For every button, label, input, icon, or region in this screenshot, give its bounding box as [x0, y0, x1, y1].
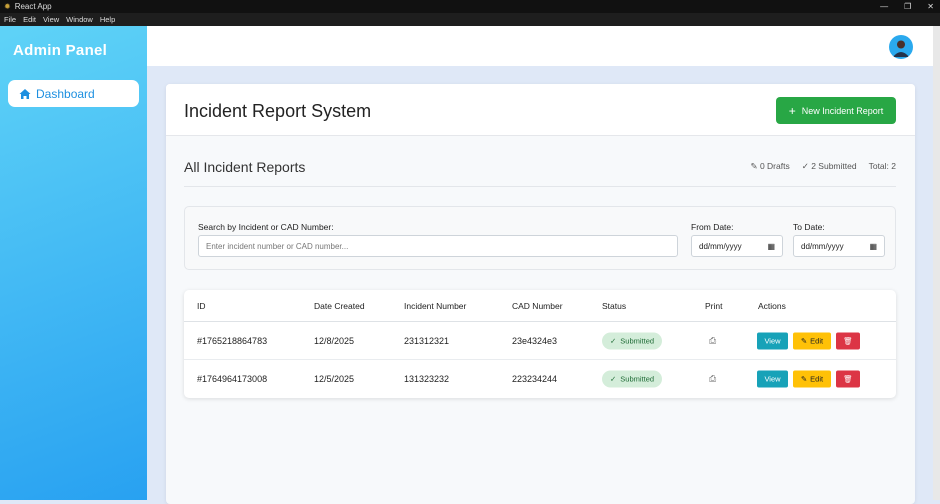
edit-icon: ✎	[750, 161, 758, 171]
user-icon	[893, 40, 909, 57]
col-print: Print	[705, 300, 723, 311]
print-icon[interactable]: ⎙	[709, 374, 716, 385]
col-date: Date Created	[314, 300, 365, 311]
table-row: #1765218864783 12/8/2025 231312321 23e43…	[184, 322, 896, 360]
minimize-icon[interactable]: —	[880, 0, 888, 13]
col-status: Status	[602, 300, 627, 311]
delete-button[interactable]: 🗑	[836, 332, 860, 349]
avatar[interactable]	[889, 35, 913, 59]
menu-view[interactable]: View	[43, 15, 59, 24]
table-row: #1764964173008 12/5/2025 131323232 22323…	[184, 360, 896, 398]
calendar-icon[interactable]: ▦	[869, 242, 877, 251]
table-header: ID Date Created Incident Number CAD Numb…	[184, 290, 896, 322]
check-circle-icon: ✓	[610, 336, 617, 345]
menu-file[interactable]: File	[4, 15, 16, 24]
to-date-label: To Date:	[793, 222, 825, 232]
check-circle-icon: ✓	[610, 374, 617, 384]
sidebar-item-label: Dashboard	[36, 86, 95, 101]
restore-icon[interactable]: ❐	[904, 0, 911, 13]
to-date-input[interactable]: dd/mm/yyyy ▦	[793, 235, 885, 257]
search-input[interactable]: Enter incident number or CAD number...	[198, 235, 678, 257]
check-circle-icon: ✓	[801, 161, 809, 171]
from-date-input[interactable]: dd/mm/yyyy ▦	[691, 235, 783, 257]
total-count: Total: 2	[868, 161, 896, 171]
page-title: Incident Report System	[184, 101, 372, 121]
divider	[184, 186, 896, 187]
filter-panel: Search by Incident or CAD Number: Enter …	[184, 206, 896, 270]
status-badge: ✓ Submitted	[602, 332, 663, 349]
menu-edit[interactable]: Edit	[23, 15, 36, 24]
view-button[interactable]: View	[757, 332, 788, 349]
main-card: Incident Report System + New Incident Re…	[166, 84, 915, 504]
incident-table: ID Date Created Incident Number CAD Numb…	[184, 290, 896, 398]
new-incident-report-button[interactable]: + New Incident Report	[776, 97, 896, 124]
report-stats: ✎ 0 Drafts ✓ 2 Submitted Total: 2	[750, 161, 896, 171]
sidebar: Admin Panel Dashboard	[0, 26, 147, 500]
menu-bar: File Edit View Window Help	[0, 13, 940, 26]
title-bar: ✹ React App — ❐ ✕	[0, 0, 940, 13]
col-incident: Incident Number	[404, 300, 467, 311]
sidebar-item-dashboard[interactable]: Dashboard	[8, 80, 139, 107]
menu-help[interactable]: Help	[100, 15, 115, 24]
edit-icon: ✎	[800, 336, 808, 345]
col-actions: Actions	[758, 300, 786, 311]
edit-button[interactable]: ✎ Edit	[793, 370, 831, 388]
plus-icon: +	[788, 103, 796, 118]
close-icon[interactable]: ✕	[927, 0, 934, 13]
status-badge: ✓ Submitted	[602, 370, 663, 388]
window-title: React App	[14, 2, 52, 11]
app-logo-icon: ✹	[4, 2, 11, 11]
search-label: Search by Incident or CAD Number:	[198, 222, 334, 232]
calendar-icon[interactable]: ▦	[767, 242, 775, 251]
edit-icon: ✎	[800, 374, 808, 384]
from-date-label: From Date:	[691, 222, 734, 232]
top-header	[147, 26, 933, 66]
col-id: ID	[197, 300, 206, 311]
trash-icon: 🗑	[843, 336, 853, 345]
edit-button[interactable]: ✎ Edit	[793, 332, 831, 349]
view-button[interactable]: View	[757, 370, 788, 388]
home-icon	[19, 88, 31, 99]
section-title: All Incident Reports	[184, 159, 306, 175]
trash-icon: 🗑	[843, 374, 853, 384]
scrollbar[interactable]	[933, 26, 940, 500]
print-icon[interactable]: ⎙	[709, 335, 716, 346]
col-cad: CAD Number	[512, 300, 563, 311]
menu-window[interactable]: Window	[66, 15, 93, 24]
delete-button[interactable]: 🗑	[836, 370, 860, 388]
brand-title: Admin Panel	[13, 42, 108, 59]
